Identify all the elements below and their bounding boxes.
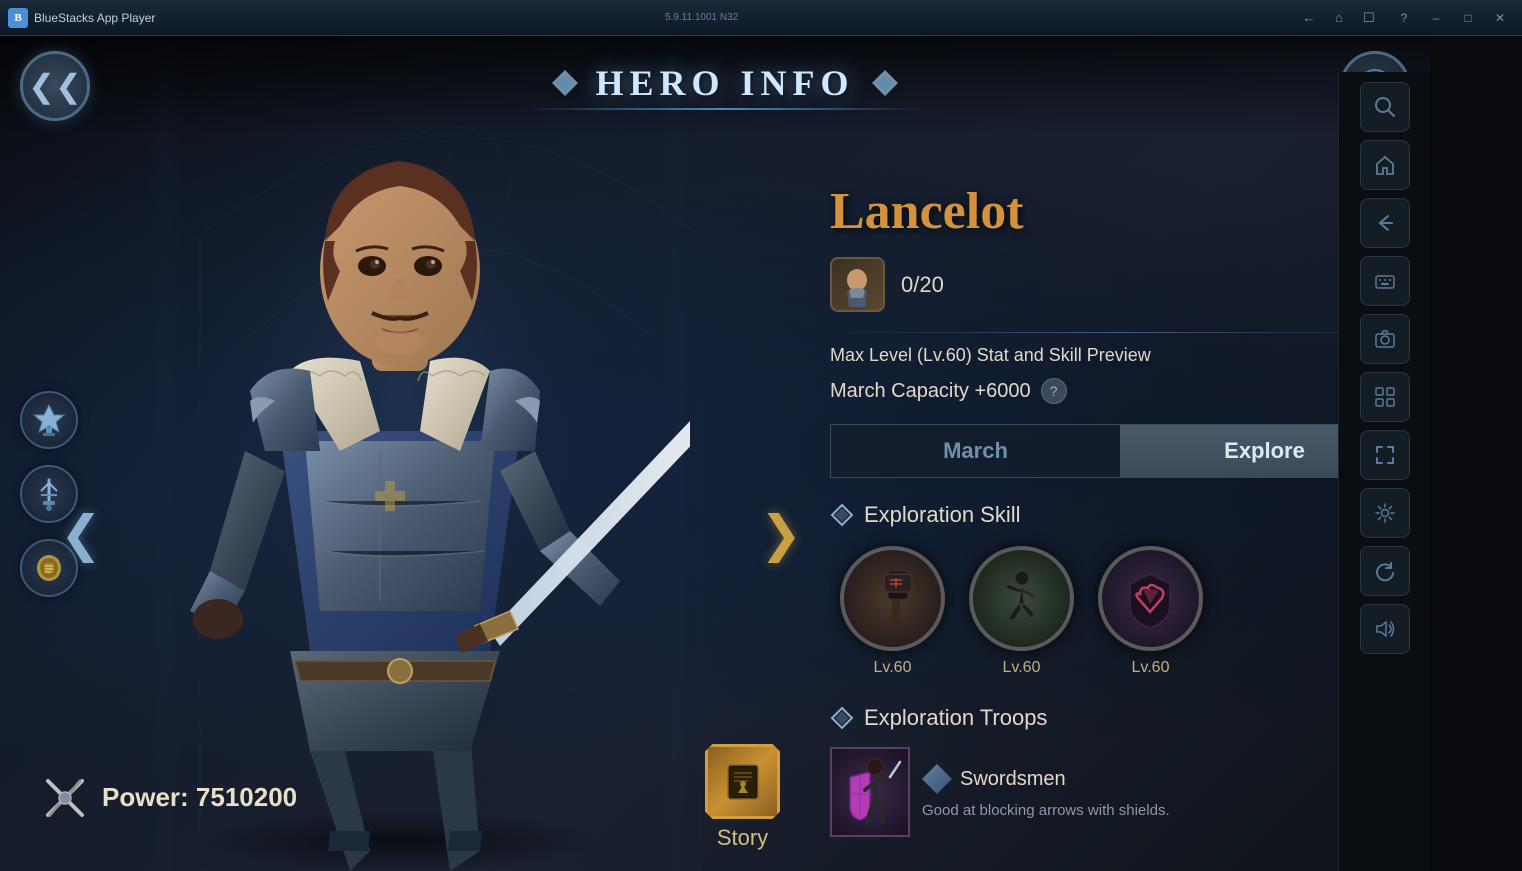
apps-grid-icon — [1374, 386, 1396, 408]
prev-icon: ❮ — [60, 506, 102, 562]
skill-3-level: Lv.60 — [1132, 659, 1170, 677]
skill-item-3: Lv.60 — [1098, 546, 1203, 677]
search-icon — [1374, 96, 1396, 118]
march-capacity-text: March Capacity +6000 — [830, 380, 1031, 403]
hero-avatar-icon — [835, 262, 880, 307]
app-title-text: BlueStacks App Player — [34, 11, 657, 25]
edge-home-btn[interactable] — [1360, 140, 1410, 190]
game-area: ❮❮ HERO INFO — [0, 36, 1430, 871]
heart-shield-icon — [1118, 566, 1183, 631]
skill-1-level: Lv.60 — [874, 659, 912, 677]
maximize-btn[interactable]: □ — [1454, 7, 1482, 29]
divider-line — [830, 332, 1410, 333]
prev-hero-button[interactable]: ❮ — [60, 505, 102, 563]
bottom-left-area: Power: 7510200 Story — [0, 744, 800, 851]
minimize-btn[interactable]: – — [1422, 7, 1450, 29]
story-book-icon — [718, 757, 768, 807]
troop-type-icon — [922, 764, 952, 794]
camera-icon — [1374, 328, 1396, 350]
story-label: Story — [717, 825, 768, 851]
nav-home-btn[interactable]: ⌂ — [1326, 7, 1352, 29]
question-mark: ? — [1050, 383, 1058, 399]
close-window-btn[interactable]: ✕ — [1486, 7, 1514, 29]
sidebar-rank-icon[interactable] — [20, 391, 78, 449]
power-section: Power: 7510200 — [40, 773, 297, 823]
edge-camera-btn[interactable] — [1360, 314, 1410, 364]
back-icon: ❮❮ — [28, 67, 82, 105]
skill-circle-1[interactable] — [840, 546, 945, 651]
hero-avatar — [830, 257, 885, 312]
edge-settings-btn[interactable] — [1360, 488, 1410, 538]
help-button[interactable]: ? — [1041, 378, 1067, 404]
title-bar: B BlueStacks App Player 5.9.11.1001 N32 … — [0, 0, 1522, 36]
tab-row: March Explore — [830, 424, 1410, 478]
home-icon — [1374, 154, 1396, 176]
skill-item-2: Lv.60 — [969, 546, 1074, 677]
troop-description: Good at blocking arrows with shields. — [922, 802, 1170, 819]
troop-name-row: Swordsmen — [922, 764, 1343, 794]
next-hero-button[interactable]: ❯ — [760, 505, 802, 563]
back-arrow-icon — [1374, 212, 1396, 234]
edge-keyboard-btn[interactable] — [1360, 256, 1410, 306]
hammer-skill-icon — [860, 566, 925, 631]
keyboard-icon — [1374, 270, 1396, 292]
rotate-icon — [1374, 560, 1396, 582]
hero-xp-bar: 0/20 — [830, 257, 1410, 312]
crossed-swords-icon — [40, 773, 90, 823]
troop-info: Swordsmen Good at blocking arrows with s… — [922, 764, 1343, 820]
exploration-skill-header: Exploration Skill — [830, 502, 1410, 528]
xp-display: 0/20 — [901, 272, 944, 298]
skill-circle-3[interactable] — [1098, 546, 1203, 651]
fullscreen-icon — [1374, 444, 1396, 466]
edge-apps-btn[interactable] — [1360, 372, 1410, 422]
swordsman-icon — [835, 752, 905, 832]
edge-volume-btn[interactable] — [1360, 604, 1410, 654]
power-icon — [40, 773, 90, 823]
edge-fullscreen-btn[interactable] — [1360, 430, 1410, 480]
exploration-skill-label: Exploration Skill — [864, 502, 1021, 528]
app-icon: B — [8, 8, 28, 28]
settings-icon — [1374, 502, 1396, 524]
troop-image — [830, 747, 910, 837]
hero-name: Lancelot — [830, 182, 1410, 241]
story-button[interactable]: Story — [705, 744, 780, 851]
nav-bookmark-btn[interactable]: ☐ — [1356, 7, 1382, 29]
left-sidebar — [20, 391, 78, 597]
edge-rotate-btn[interactable] — [1360, 546, 1410, 596]
skill-item-1: Lv.60 — [840, 546, 945, 677]
app-version: 5.9.11.1001 N32 — [665, 12, 1288, 23]
march-capacity-row: March Capacity +6000 ? — [830, 378, 1410, 404]
diamond-icon-2 — [830, 706, 854, 730]
edge-back-btn[interactable] — [1360, 198, 1410, 248]
story-icon — [705, 744, 780, 819]
window-controls: ? – □ ✕ — [1390, 7, 1514, 29]
rank-icon — [32, 403, 66, 437]
right-edge-bar — [1338, 72, 1430, 871]
troops-row: Swordsmen Good at blocking arrows with s… — [830, 747, 1410, 837]
skill-icons-row: Lv.60 — [830, 546, 1410, 677]
power-display: Power: 7510200 — [102, 782, 297, 813]
exploration-troops-label: Exploration Troops — [864, 705, 1047, 731]
help-window-btn[interactable]: ? — [1390, 7, 1418, 29]
right-panel: Lancelot 0/20 Max Level (Lv.60) Stat and… — [810, 72, 1430, 871]
troop-name: Swordsmen — [960, 768, 1066, 791]
agility-skill-icon — [989, 566, 1054, 631]
max-level-preview: Max Level (Lv.60) Stat and Skill Preview — [830, 345, 1410, 366]
title-gem-left — [550, 68, 580, 98]
volume-icon — [1374, 618, 1396, 640]
back-button[interactable]: ❮❮ — [20, 51, 90, 121]
skill-2-level: Lv.60 — [1003, 659, 1041, 677]
nav-back-btn[interactable]: ← — [1296, 7, 1322, 29]
edge-search-btn[interactable] — [1360, 82, 1410, 132]
next-icon: ❯ — [760, 506, 802, 562]
nav-buttons: ← ⌂ ☐ — [1296, 7, 1382, 29]
tab-march[interactable]: March — [831, 425, 1120, 477]
diamond-icon — [830, 503, 854, 527]
skill-circle-2[interactable] — [969, 546, 1074, 651]
exploration-troops-header: Exploration Troops — [830, 705, 1410, 731]
